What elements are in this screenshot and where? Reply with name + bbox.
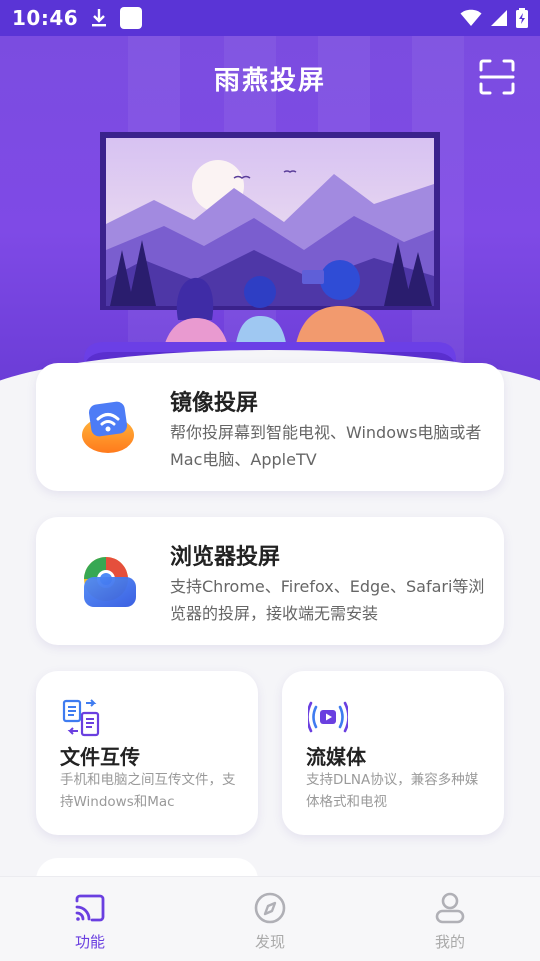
streaming-icon [308,701,348,733]
tab-features-label: 功能 [74,933,105,951]
signal-icon [491,10,507,26]
scan-icon[interactable] [478,58,516,96]
mirror-cast-desc: 帮你投屏幕到智能电视、Windows电脑或者Mac电脑、AppleTV [170,423,482,469]
wifi-icon [460,9,482,27]
user-icon [435,892,465,924]
battery-icon [516,8,528,28]
browser-cast-title: 浏览器投屏 [170,545,281,570]
tab-discover-label: 发现 [254,933,285,951]
page-title: 雨燕投屏 [213,66,326,96]
browser-cast-card[interactable]: 浏览器投屏 支持Chrome、Firefox、Edge、Safari等浏览器的投… [36,517,504,645]
bottom-tab-bar: 功能 发现 我的 [0,876,540,961]
tab-discover[interactable]: 发现 [180,877,360,961]
cast-icon [75,894,105,922]
streaming-desc: 支持DLNA协议，兼容多种媒体格式和电视 [306,772,479,810]
file-transfer-icon [62,699,100,737]
notification-icon [120,7,143,29]
compass-icon [254,892,286,924]
tv-illustration [84,132,456,390]
tab-features[interactable]: 功能 [0,877,180,961]
mirror-cast-icon [82,401,134,453]
browser-cast-icon [84,557,136,607]
tab-profile[interactable]: 我的 [360,877,540,961]
file-transfer-title: 文件互传 [60,745,140,769]
streaming-card[interactable]: 流媒体 支持DLNA协议，兼容多种媒体格式和电视 [282,671,504,835]
header-banner: 雨燕投屏 [0,36,540,390]
mirror-cast-card[interactable]: 镜像投屏 帮你投屏幕到智能电视、Windows电脑或者Mac电脑、AppleTV [36,363,504,491]
file-transfer-desc: 手机和电脑之间互传文件，支持Windows和Mac [60,772,236,810]
download-icon [92,9,107,27]
streaming-title: 流媒体 [306,745,366,769]
tab-profile-label: 我的 [434,933,465,951]
status-bar: 10:46 [0,0,540,36]
file-transfer-card[interactable]: 文件互传 手机和电脑之间互传文件，支持Windows和Mac [36,671,258,835]
mirror-cast-title: 镜像投屏 [170,391,259,416]
browser-cast-desc: 支持Chrome、Firefox、Edge、Safari等浏览器的投屏，接收端无… [170,577,485,623]
status-time: 10:46 [12,6,79,30]
